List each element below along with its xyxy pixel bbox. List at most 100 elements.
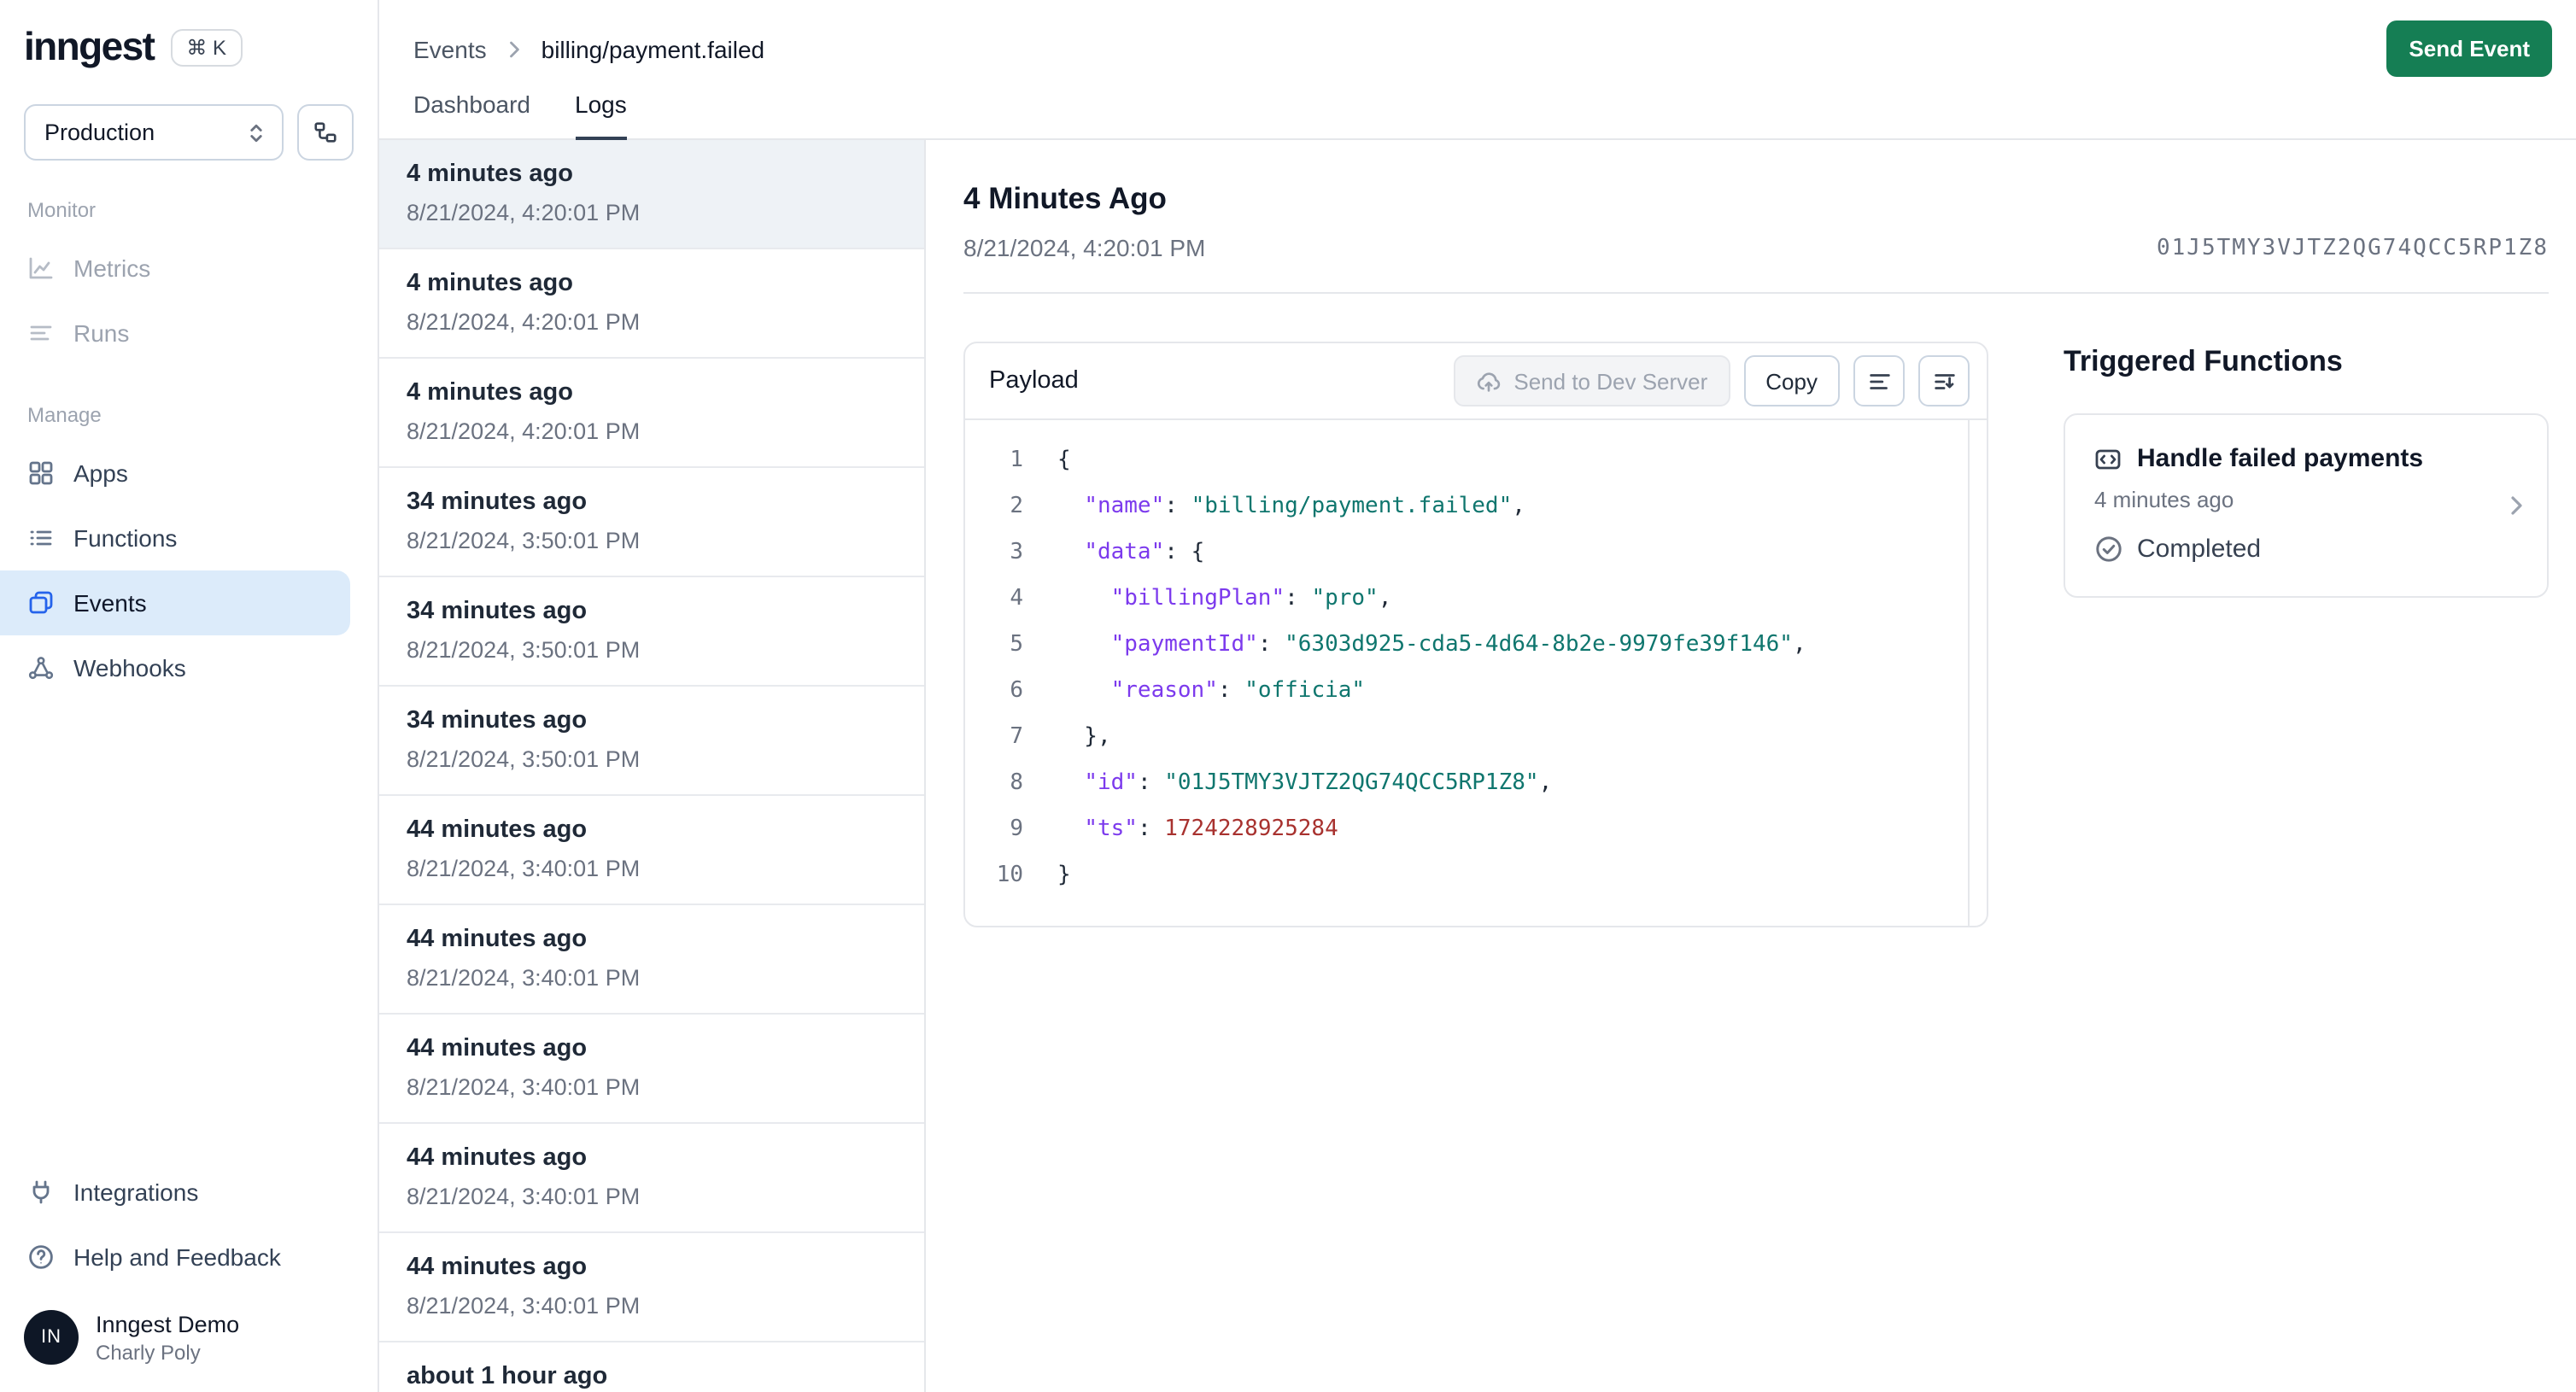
event-detail-panel: 4 Minutes Ago 8/21/2024, 4:20:01 PM 01J5… — [926, 140, 2576, 1392]
event-timestamp: 8/21/2024, 4:20:01 PM — [407, 309, 641, 335]
code-line: 6 "reason": "officia" — [965, 668, 1987, 714]
line-number: 2 — [1010, 494, 1023, 519]
user-account[interactable]: IN Inngest Demo Charly Poly — [0, 1290, 378, 1392]
select-chevrons-icon — [244, 120, 268, 144]
code-text: "ts": 1724228925284 — [1084, 816, 1338, 842]
breadcrumb: Events billing/payment.failed Send Event — [413, 20, 2552, 77]
event-title: 4 Minutes Ago — [963, 181, 1167, 215]
code-line: 3 "data": { — [965, 529, 1987, 576]
events-icon — [27, 589, 55, 617]
sidebar-item-functions[interactable]: Functions — [0, 506, 378, 570]
event-timestamp: 8/21/2024, 4:20:01 PM — [407, 200, 641, 225]
payload-card: Payload Send to Dev Server Copy 1 {2 "n… — [963, 342, 1988, 927]
event-list-item[interactable]: 4 minutes ago 8/21/2024, 4:20:01 PM — [379, 359, 924, 468]
function-name: Handle failed payments — [2137, 444, 2424, 473]
divider — [963, 292, 2549, 294]
event-relative-time: 44 minutes ago — [407, 816, 588, 844]
environments-icon — [313, 120, 338, 145]
sidebar-nav: Monitor Metrics Runs Manage Apps Functions Eve… — [0, 161, 378, 700]
sidebar-item-label: Runs — [73, 319, 130, 347]
align-left-icon — [1866, 368, 1892, 394]
event-timestamp: 8/21/2024, 4:20:01 PM — [407, 418, 641, 444]
command-k-shortcut[interactable]: ⌘ K — [171, 28, 243, 66]
line-number: 4 — [1010, 586, 1023, 611]
code-text: "name": "billing/payment.failed", — [1084, 494, 1525, 519]
event-relative-time: 4 minutes ago — [407, 161, 573, 188]
wrap-lines-button[interactable] — [1918, 355, 1970, 406]
event-timestamp: 8/21/2024, 3:40:01 PM — [407, 1074, 641, 1100]
code-line: 7 }, — [965, 714, 1987, 760]
sidebar-item-help-and-feedback[interactable]: Help and Feedback — [0, 1225, 378, 1290]
code-line: 8 "id": "01J5TMY3VJTZ2QG74QCC5RP1Z8", — [965, 760, 1987, 806]
event-relative-time: 44 minutes ago — [407, 926, 588, 953]
payload-title: Payload — [989, 367, 1079, 395]
sidebar-item-label: Functions — [73, 524, 178, 552]
send-event-button[interactable]: Send Event — [2386, 20, 2552, 77]
breadcrumb-event-name: billing/payment.failed — [541, 35, 765, 62]
send-to-dev-server-button[interactable]: Send to Dev Server — [1454, 355, 1730, 406]
triggered-functions-list: Handle failed payments 4 minutes ago Compl… — [2064, 413, 2549, 598]
payload-code[interactable]: 1{2 "name": "billing/payment.failed", 3 "… — [965, 420, 1987, 926]
line-number: 3 — [1010, 540, 1023, 565]
function-status-label: Completed — [2137, 535, 2262, 564]
event-list-item[interactable]: about 1 hour ago — [379, 1342, 924, 1392]
tab-logs[interactable]: Logs — [575, 91, 627, 140]
event-list-item[interactable]: 4 minutes ago 8/21/2024, 4:20:01 PM — [379, 140, 924, 249]
environment-label: Production — [44, 120, 155, 145]
sidebar-item-label: Webhooks — [73, 654, 186, 681]
event-list-item[interactable]: 4 minutes ago 8/21/2024, 4:20:01 PM — [379, 249, 924, 359]
event-list-item[interactable]: 44 minutes ago 8/21/2024, 3:40:01 PM — [379, 905, 924, 1015]
inngest-logo: inngest — [24, 24, 155, 68]
event-relative-time: 4 minutes ago — [407, 379, 573, 406]
copy-button[interactable]: Copy — [1743, 355, 1840, 406]
section-label-manage: Manage — [27, 403, 102, 427]
event-list: 4 minutes ago 8/21/2024, 4:20:01 PM 4 minu… — [379, 140, 926, 1392]
tab-dashboard[interactable]: Dashboard — [413, 91, 530, 140]
event-list-item[interactable]: 44 minutes ago 8/21/2024, 3:40:01 PM — [379, 1233, 924, 1342]
wrap-lines-icon — [1931, 368, 1957, 394]
event-relative-time: 34 minutes ago — [407, 598, 588, 625]
code-line: 5 "paymentId": "6303d925-cda5-4d64-8b2e-… — [965, 622, 1987, 668]
event-timestamp: 8/21/2024, 3:50:01 PM — [407, 637, 641, 663]
sidebar-item-label: Help and Feedback — [73, 1243, 281, 1271]
environment-selector[interactable]: Production — [24, 104, 284, 161]
runs-icon — [27, 319, 55, 347]
event-timestamp: 8/21/2024, 3:40:01 PM — [407, 856, 641, 881]
event-list-item[interactable]: 44 minutes ago 8/21/2024, 3:40:01 PM — [379, 796, 924, 905]
sidebar-item-runs[interactable]: Runs — [0, 301, 378, 366]
line-number: 6 — [1010, 678, 1023, 704]
code-text: "paymentId": "6303d925-cda5-4d64-8b2e-99… — [1110, 632, 1806, 658]
sidebar-item-events[interactable]: Events — [0, 570, 350, 635]
event-list-item[interactable]: 34 minutes ago 8/21/2024, 3:50:01 PM — [379, 577, 924, 687]
breadcrumb-events[interactable]: Events — [413, 35, 487, 62]
sidebar-item-metrics[interactable]: Metrics — [0, 236, 378, 301]
sidebar-item-label: Apps — [73, 459, 128, 487]
event-list-item[interactable]: 34 minutes ago 8/21/2024, 3:50:01 PM — [379, 687, 924, 796]
event-list-item[interactable]: 44 minutes ago 8/21/2024, 3:40:01 PM — [379, 1124, 924, 1233]
code-text: "billingPlan": "pro", — [1110, 586, 1392, 611]
environment-settings-button[interactable] — [297, 104, 354, 161]
event-timestamp: 8/21/2024, 3:40:01 PM — [407, 965, 641, 991]
event-timestamp: 8/21/2024, 3:40:01 PM — [407, 1184, 641, 1209]
event-relative-time: 34 minutes ago — [407, 707, 588, 734]
triggered-function-card[interactable]: Handle failed payments 4 minutes ago Compl… — [2064, 413, 2549, 598]
event-list-item[interactable]: 44 minutes ago 8/21/2024, 3:40:01 PM — [379, 1015, 924, 1124]
code-line: 4 "billingPlan": "pro", — [965, 576, 1987, 622]
function-relative-time: 4 minutes ago — [2094, 487, 2234, 512]
avatar: IN — [24, 1310, 79, 1365]
line-number: 10 — [996, 863, 1023, 888]
chevron-right-icon[interactable] — [2503, 492, 2530, 519]
code-text: { — [1057, 447, 1071, 473]
event-list-item[interactable]: 34 minutes ago 8/21/2024, 3:50:01 PM — [379, 468, 924, 577]
help-icon — [27, 1243, 55, 1271]
sidebar-item-webhooks[interactable]: Webhooks — [0, 635, 378, 700]
sidebar-footer-nav: Integrations Help and Feedback — [0, 1160, 378, 1290]
sidebar-item-integrations[interactable]: Integrations — [0, 1160, 378, 1225]
check-circle-icon — [2094, 535, 2123, 564]
event-relative-time: 4 minutes ago — [407, 270, 573, 297]
line-number: 9 — [1010, 816, 1023, 842]
sidebar-item-apps[interactable]: Apps — [0, 441, 378, 506]
chart-icon — [27, 254, 55, 282]
format-button[interactable] — [1853, 355, 1905, 406]
event-detail-timestamp: 8/21/2024, 4:20:01 PM — [963, 234, 1206, 261]
